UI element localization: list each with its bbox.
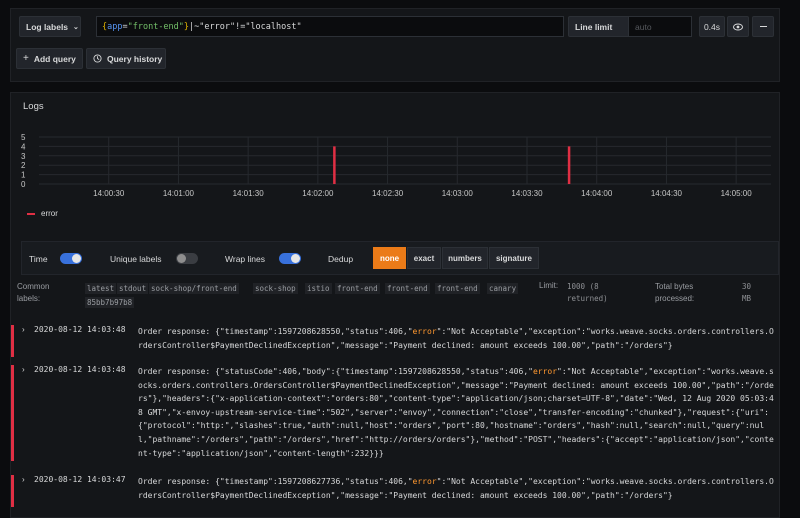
dedup-signature-button[interactable]: signature (489, 247, 539, 269)
chevron-right-icon[interactable]: › (22, 365, 25, 374)
query-token: |~"error"!="localhost" (189, 21, 302, 32)
wrap-lines-option-label: Wrap lines (225, 254, 265, 264)
log-row[interactable]: › 2020-08-12 14:03:48 Order response: {"ti… (11, 325, 781, 357)
log-row[interactable]: › 2020-08-12 14:03:47 Order response: {"ti… (11, 475, 781, 507)
log-highlight: error (412, 477, 437, 486)
add-query-label: Add query (33, 53, 76, 64)
eye-icon (733, 23, 743, 30)
y-tick-label: 0 (21, 180, 26, 189)
y-tick-label: 1 (21, 171, 26, 180)
common-label-chip: latest (85, 283, 117, 294)
common-label-chip: front-end (435, 283, 480, 294)
common-label-chip: istio (305, 283, 332, 294)
x-tick-label: 14:01:00 (163, 189, 195, 198)
common-label-chip: 85bb7b97b8 (85, 297, 135, 308)
log-timestamp: 2020-08-12 14:03:48 (34, 325, 126, 334)
dedup-none-button[interactable]: none (373, 247, 406, 269)
time-option-label: Time (29, 254, 48, 264)
toggle-visibility-button[interactable] (727, 16, 749, 37)
log-timestamp: 2020-08-12 14:03:47 (34, 475, 126, 484)
toggle-knob (72, 254, 81, 263)
query-input[interactable]: {app = "front-end"} |~"error"!="localhost" (96, 16, 564, 37)
log-text: ":"Not Acceptable","exception":"works.we… (138, 367, 774, 458)
log-line: Order response: {"timestamp":15972086285… (138, 325, 778, 352)
dedup-numbers-button[interactable]: numbers (442, 247, 488, 269)
common-labels-label: Common labels: (17, 282, 50, 303)
dedup-exact-button[interactable]: exact (407, 247, 441, 269)
logs-volume-chart: 012345 14:00:30 14:01:00 14:01:30 14:02:00 14… (21, 133, 771, 198)
log-options-bar: Time Unique labels Wrap lines Dedup none… (21, 241, 779, 275)
log-text: Order response: {"timestamp":15972086285… (138, 327, 413, 336)
add-query-button[interactable]: + Add query (16, 48, 83, 69)
plus-icon: + (23, 53, 29, 64)
common-label-chip: canary (487, 283, 519, 294)
total-bytes-value: 30 MB (742, 282, 752, 303)
logs-panel: Logs 0 1 2 3 4 5 14:00:30 14:01:00 14:01:30 14:02… (10, 92, 780, 518)
unique-labels-toggle[interactable] (176, 253, 198, 264)
x-tick-label: 14:00:30 (93, 189, 125, 198)
y-tick-label: 4 (21, 142, 26, 151)
y-tick-label: 3 (21, 152, 26, 161)
chevron-down-icon: ⌄ (73, 23, 79, 31)
query-history-label: Query history (107, 53, 163, 64)
x-tick-label: 14:04:00 (581, 189, 613, 198)
log-timestamp: 2020-08-12 14:03:48 (34, 365, 126, 374)
toggle-knob (177, 254, 186, 263)
x-tick-label: 14:02:00 (302, 189, 334, 198)
query-editor-panel: Log labels ⌄ {app = "front-end"} |~"error"!… (10, 8, 780, 82)
toggle-knob (291, 254, 300, 263)
x-tick-label: 14:02:30 (372, 189, 404, 198)
dedup-option-label: Dedup (328, 254, 354, 264)
log-row[interactable]: › 2020-08-12 14:03:48 Order response: {"st… (11, 365, 781, 461)
x-tick-label: 14:03:30 (511, 189, 543, 198)
query-token: app (107, 21, 123, 32)
line-limit-input[interactable]: auto (628, 16, 692, 37)
chart-legend[interactable]: error (27, 209, 58, 218)
log-highlight: error (532, 367, 558, 376)
time-toggle[interactable] (60, 253, 82, 264)
x-tick-label: 14:05:00 (721, 189, 753, 198)
line-limit-label: Line limit (568, 16, 632, 37)
y-tick-label: 2 (21, 161, 26, 170)
chevron-right-icon[interactable]: › (22, 475, 25, 484)
log-labels-label: Log labels (26, 21, 69, 32)
common-label-chip: front-end (335, 283, 380, 294)
minus-icon (759, 25, 767, 28)
total-bytes-label: Total bytes processed: (655, 282, 695, 303)
line-limit-placeholder: auto (635, 21, 652, 32)
legend-label-error: error (41, 209, 58, 218)
x-tick-label: 14:01:30 (233, 189, 265, 198)
log-labels-button[interactable]: Log labels ⌄ (19, 16, 81, 37)
unique-labels-option-label: Unique labels (110, 254, 162, 264)
limit-value: 1000 (8 returned) (567, 282, 608, 303)
log-line: Order response: {"timestamp":15972086277… (138, 475, 778, 502)
x-tick-label: 14:03:00 (442, 189, 474, 198)
common-label-chip: front-end (385, 283, 430, 294)
duration-text: 0.4s (703, 21, 721, 32)
chevron-right-icon[interactable]: › (22, 325, 25, 334)
line-limit-text: Line limit (575, 21, 613, 32)
common-label-chip: sock-shop/front-end (149, 283, 239, 294)
log-line: Order response: {"statusCode":406,"body"… (138, 365, 778, 460)
query-duration: 0.4s (699, 16, 725, 37)
log-highlight: error (412, 327, 437, 336)
x-tick-label: 14:04:30 (651, 189, 683, 198)
remove-query-button[interactable] (752, 16, 774, 37)
log-text: Order response: {"timestamp":15972086277… (138, 477, 413, 486)
chart-bar (567, 146, 571, 184)
wrap-lines-toggle[interactable] (279, 253, 301, 264)
y-tick-label: 5 (21, 133, 26, 142)
query-token: "front-end" (127, 21, 184, 32)
limit-label: Limit: (539, 281, 559, 290)
legend-swatch-error (27, 212, 35, 215)
chart-bar (333, 146, 336, 184)
query-history-button[interactable]: Query history (86, 48, 166, 69)
common-label-chip: stdout (117, 283, 149, 294)
common-label-chip: sock-shop (253, 283, 298, 294)
log-text: Order response: {"statusCode":406,"body"… (138, 367, 533, 376)
history-icon (93, 54, 102, 63)
